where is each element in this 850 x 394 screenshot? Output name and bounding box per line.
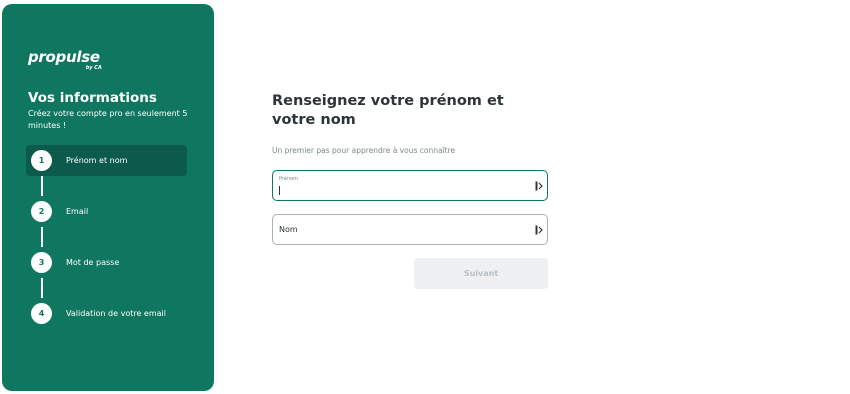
step-connector	[41, 227, 43, 247]
step-connector	[41, 176, 43, 196]
step-label: Validation de votre email	[66, 309, 166, 318]
autofill-icon[interactable]	[535, 225, 543, 235]
text-caret	[279, 186, 280, 195]
step-email: 2 Email	[26, 196, 187, 227]
step-number: 3	[31, 252, 52, 273]
step-email-validation: 4 Validation de votre email	[26, 298, 187, 329]
first-name-field[interactable]: Prénom	[272, 170, 548, 201]
step-password: 3 Mot de passe	[26, 247, 187, 278]
step-label: Mot de passe	[66, 258, 120, 267]
step-label: Prénom et nom	[66, 156, 128, 165]
step-label: Email	[66, 207, 89, 216]
step-number: 2	[31, 201, 52, 222]
step-number: 1	[31, 150, 52, 171]
last-name-field[interactable]: Nom	[272, 214, 548, 245]
step-first-last-name: 1 Prénom et nom	[26, 145, 187, 176]
last-name-placeholder: Nom	[279, 225, 298, 234]
next-button[interactable]: Suivant	[414, 258, 548, 289]
page-subtitle: Un premier pas pour apprendre à vous con…	[272, 146, 456, 155]
step-connector	[41, 278, 43, 298]
autofill-icon[interactable]	[535, 181, 543, 191]
page-title: Renseignez votre prénom et votre nom	[272, 93, 504, 128]
step-number: 4	[31, 303, 52, 324]
first-name-label: Prénom	[279, 176, 299, 182]
